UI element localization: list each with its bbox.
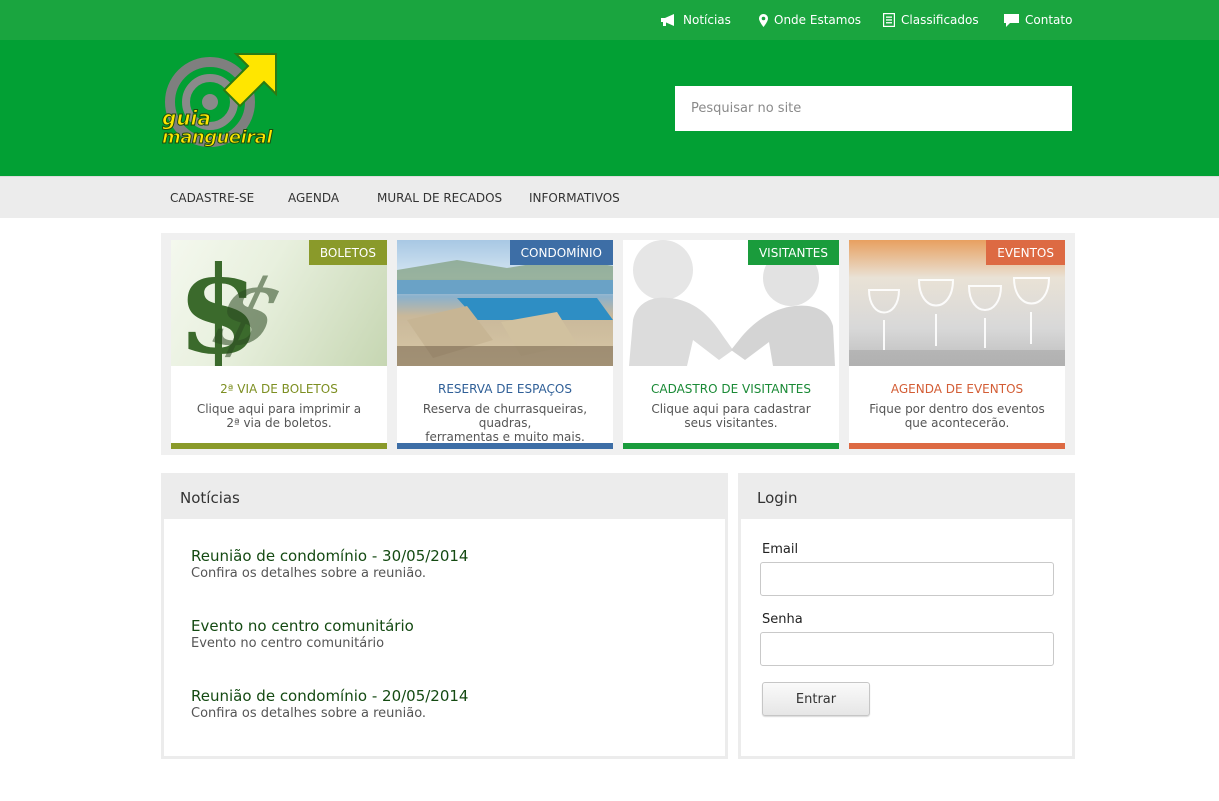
login-submit-button[interactable]: Entrar [762,682,870,716]
top-link-label: Onde Estamos [774,13,862,27]
news-item-title[interactable]: Evento no centro comunitário [191,616,414,636]
card-color-bar [623,443,839,449]
card-color-bar [397,443,613,449]
news-item-summary: Evento no centro comunitário [191,636,385,651]
card-tag: CONDOMÍNIO [509,240,613,265]
email-field[interactable] [760,562,1054,596]
speech-bubble-icon [1004,13,1019,27]
news-panel: Notícias Reunião de condomínio - 30/05/2… [161,473,728,759]
logo-text-guia: guia [162,106,212,130]
card-color-bar [171,443,387,449]
top-link-classificados[interactable]: Classificados [883,0,979,40]
top-bar: Notícias Onde Estamos Classificados Cont… [0,0,1219,40]
card-tag: BOLETOS [308,240,387,265]
feature-card-visitantes[interactable]: VISITANTES CADASTRO DE VISITANTES Clique… [623,240,839,449]
main-nav: CADASTRE-SE AGENDA MURAL DE RECADOS INFO… [0,176,1219,218]
news-item-title[interactable]: Reunião de condomínio - 30/05/2014 [191,546,468,566]
top-link-label: Notícias [683,13,731,27]
nav-item-agenda[interactable]: AGENDA [288,177,339,219]
news-item-summary: Confira os detalhes sobre a reunião. [191,566,427,581]
top-link-label: Contato [1025,13,1073,27]
nav-item-mural-de-recados[interactable]: MURAL DE RECADOS [377,177,502,219]
card-title: CADASTRO DE VISITANTES [650,382,812,396]
feature-card-boletos[interactable]: $ $ BOLETOS 2ª VIA DE BOLETOS Clique aqu… [171,240,387,449]
top-link-onde-estamos[interactable]: Onde Estamos [759,0,861,40]
card-title: AGENDA DE EVENTOS [890,382,1024,396]
email-label: Email [762,542,799,557]
feature-card-eventos[interactable]: EVENTOS AGENDA DE EVENTOS Fique por dent… [849,240,1065,449]
search-input[interactable] [675,86,1072,131]
news-item-summary: Confira os detalhes sobre a reunião. [191,706,427,721]
nav-item-informativos[interactable]: INFORMATIVOS [529,177,620,219]
password-field[interactable] [760,632,1054,666]
news-item: Reunião de condomínio - 30/05/2014 Confi… [191,546,468,582]
news-panel-heading: Notícias [164,476,725,519]
news-item-title[interactable]: Reunião de condomínio - 20/05/2014 [191,686,468,706]
megaphone-icon [660,14,677,26]
password-label: Senha [762,612,803,627]
card-description: Reserva de churrasqueiras, quadras, ferr… [422,402,588,444]
feature-card-condominio[interactable]: CONDOMÍNIO RESERVA DE ESPAÇOS Reserva de… [397,240,613,449]
map-pin-icon [759,13,768,27]
feature-cards: $ $ BOLETOS 2ª VIA DE BOLETOS Clique aqu… [161,233,1075,455]
nav-item-cadastre-se[interactable]: CADASTRE-SE [170,177,254,219]
logo-text-mangueiral: mangueiral [162,127,274,148]
card-description: Clique aqui para imprimir a 2ª via de bo… [196,402,362,430]
card-tag: VISITANTES [747,240,839,265]
card-color-bar [849,443,1065,449]
card-description: Clique aqui para cadastrar seus visitant… [651,402,811,430]
login-panel: Login Email Senha Entrar [738,473,1075,759]
top-link-noticias[interactable]: Notícias [660,0,731,40]
login-panel-heading: Login [741,476,1072,519]
top-link-contato[interactable]: Contato [1004,0,1072,40]
card-description: Fique por dentro dos eventos que acontec… [869,402,1045,430]
news-item: Reunião de condomínio - 20/05/2014 Confi… [191,686,468,722]
top-link-label: Classificados [901,13,979,27]
news-item: Evento no centro comunitário Evento no c… [191,616,414,652]
card-tag: EVENTOS [986,240,1065,265]
card-title: RESERVA DE ESPAÇOS [437,382,572,396]
site-logo[interactable]: guia mangueiral [160,52,280,156]
card-title: 2ª VIA DE BOLETOS [220,382,338,396]
document-icon [883,13,895,27]
